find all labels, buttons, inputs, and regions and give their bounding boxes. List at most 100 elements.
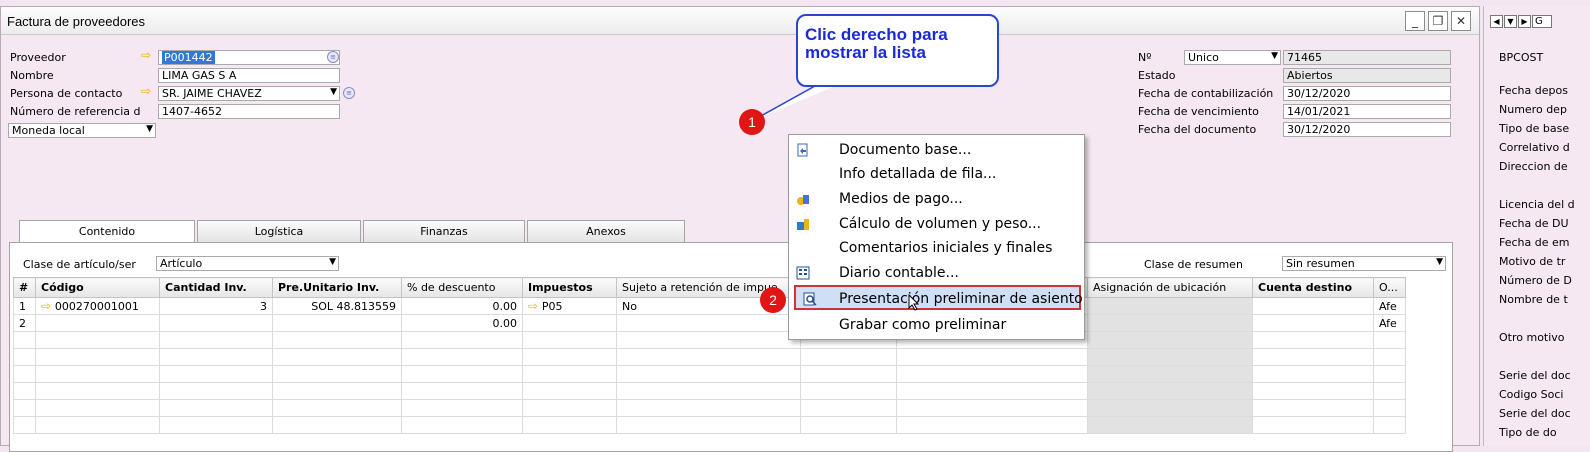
cell-cantidad[interactable]: 3 xyxy=(159,297,273,315)
menu-item-diario-contable[interactable]: Diario contable... xyxy=(789,261,1084,286)
link-arrow-icon[interactable]: ⇨ xyxy=(141,84,151,98)
cell-cuenta[interactable] xyxy=(1252,314,1374,332)
col-header-cuenta[interactable]: Cuenta destino xyxy=(1252,277,1374,298)
items-grid[interactable]: # Código Cantidad Inv. Pre.Unitario Inv.… xyxy=(13,277,1406,434)
step-badge-1: 1 xyxy=(739,109,765,135)
menu-item-label: Info detallada de fila... xyxy=(839,166,997,182)
serie-dropdown[interactable]: Unico ▼ xyxy=(1184,50,1281,65)
col-header-o[interactable]: O... xyxy=(1373,277,1406,298)
serie-value: Unico xyxy=(1188,51,1219,64)
estado-field[interactable]: Abiertos xyxy=(1283,68,1451,83)
proveedor-label: Proveedor xyxy=(10,51,66,64)
chevron-down-icon: ▼ xyxy=(1271,51,1278,61)
link-arrow-icon[interactable]: ⇨ xyxy=(528,299,542,313)
minimize-button[interactable]: _ xyxy=(1405,11,1425,31)
window-title: Factura de proveedores xyxy=(7,14,146,29)
menu-item-medios-pago[interactable]: Medios de pago... xyxy=(789,187,1084,212)
cell-codigo-value: 000270001001 xyxy=(54,300,139,313)
clase-articulo-dropdown[interactable]: Artículo ▼ xyxy=(156,256,339,271)
rp-label: BPCOST xyxy=(1499,51,1544,64)
clase-resumen-dropdown[interactable]: Sin resumen ▼ xyxy=(1282,256,1446,271)
menu-item-presentacion-preliminar[interactable]: Presentación preliminar de asiento xyxy=(794,285,1083,310)
clase-articulo-value: Artículo xyxy=(160,257,203,270)
table-row[interactable] xyxy=(13,382,1406,400)
callout-box: Clic derecho para mostrar la lista xyxy=(796,14,999,87)
cell-precio[interactable] xyxy=(272,314,402,332)
nav-first-icon[interactable]: ◀ xyxy=(1490,15,1503,28)
rp-label: Motivo de tr xyxy=(1499,255,1566,268)
cell-impuestos[interactable]: ⇨ P05 xyxy=(522,297,617,315)
cell-precio[interactable]: SOL 48.813559 xyxy=(272,297,402,315)
cell-o[interactable]: Afe xyxy=(1373,297,1406,315)
cell-retencion[interactable] xyxy=(616,314,801,332)
documento-field[interactable]: 30/12/2020 xyxy=(1283,122,1451,137)
callout-line-2: mostrar la lista xyxy=(805,43,926,62)
col-header-ubicacion[interactable]: Asignación de ubicación xyxy=(1087,277,1253,298)
context-menu: Documento base... Info detallada de fila… xyxy=(788,134,1085,340)
cell-descuento[interactable]: 0.00 xyxy=(401,314,523,332)
cell-cantidad[interactable] xyxy=(159,314,273,332)
menu-item-label: Presentación preliminar de asiento xyxy=(839,291,1083,307)
col-header-precio[interactable]: Pre.Unitario Inv. xyxy=(272,277,402,298)
table-row[interactable] xyxy=(13,365,1406,383)
volume-weight-icon xyxy=(795,217,811,233)
menu-item-calculo-volumen[interactable]: Cálculo de volumen y peso... xyxy=(789,212,1084,237)
tab-anexos[interactable]: Anexos xyxy=(527,220,685,242)
maximize-button[interactable]: ❐ xyxy=(1428,11,1448,31)
cell-cuenta[interactable] xyxy=(1252,297,1374,315)
cell-ubicacion[interactable] xyxy=(1087,314,1253,332)
menu-item-grabar-preliminar[interactable]: Grabar como preliminar xyxy=(789,313,1084,338)
menu-item-documento-base[interactable]: Documento base... xyxy=(789,138,1084,163)
col-header-num[interactable]: # xyxy=(13,277,36,298)
col-header-cantidad[interactable]: Cantidad Inv. xyxy=(159,277,273,298)
cell-codigo[interactable]: ⇨ 000270001001 xyxy=(35,297,160,315)
cell-impuestos[interactable] xyxy=(522,314,617,332)
menu-item-label: Cálculo de volumen y peso... xyxy=(839,216,1042,232)
panel-dropdown-value[interactable]: G xyxy=(1532,15,1552,28)
estado-label: Estado xyxy=(1138,69,1176,82)
rp-label: Fecha de em xyxy=(1499,236,1570,249)
contacto-dropdown[interactable]: SR. JAIME CHAVEZ ▼ xyxy=(158,86,340,101)
cell-num: 2 xyxy=(13,314,36,332)
vencimiento-field[interactable]: 14/01/2021 xyxy=(1283,104,1451,119)
menu-item-info-detallada[interactable]: Info detallada de fila... xyxy=(789,162,1084,187)
payment-icon xyxy=(795,192,811,208)
list-icon[interactable]: ≡ xyxy=(327,51,339,63)
cell-descuento[interactable]: 0.00 xyxy=(401,297,523,315)
tab-contenido[interactable]: Contenido xyxy=(19,220,195,243)
table-row[interactable] xyxy=(13,399,1406,417)
proveedor-field[interactable]: P001442 xyxy=(158,50,340,65)
nombre-field[interactable]: LIMA GAS S A xyxy=(158,68,340,83)
cell-ubicacion[interactable] xyxy=(1087,297,1253,315)
table-row[interactable]: 1 ⇨ 000270001001 3 SOL 48.813559 0.00 ⇨ … xyxy=(13,297,1406,315)
col-header-impuestos[interactable]: Impuestos xyxy=(522,277,617,298)
contabilizacion-field[interactable]: 30/12/2020 xyxy=(1283,86,1451,101)
table-row[interactable] xyxy=(13,416,1406,434)
window-controls: _ ❐ ✕ xyxy=(1405,11,1471,31)
referencia-field[interactable]: 1407-4652 xyxy=(158,104,340,119)
link-arrow-icon[interactable]: ⇨ xyxy=(141,48,151,62)
list-icon[interactable]: ≡ xyxy=(343,87,355,99)
table-row[interactable] xyxy=(13,348,1406,366)
panel-nav: ◀ ▼ ▶ G xyxy=(1490,15,1552,28)
rp-label: Número de D xyxy=(1499,274,1572,287)
cell-codigo[interactable] xyxy=(35,314,160,332)
menu-item-comentarios[interactable]: Comentarios iniciales y finales xyxy=(789,236,1084,261)
numero-field[interactable]: 71465 xyxy=(1283,50,1451,65)
tab-logistica[interactable]: Logística xyxy=(197,220,361,242)
col-header-codigo[interactable]: Código xyxy=(35,277,160,298)
link-arrow-icon[interactable]: ⇨ xyxy=(41,299,55,313)
nav-dropdown-icon[interactable]: ▼ xyxy=(1504,15,1517,28)
chevron-down-icon: ▼ xyxy=(330,87,337,97)
tab-finanzas[interactable]: Finanzas xyxy=(363,220,525,242)
chevron-down-icon: ▼ xyxy=(329,257,336,267)
document-base-icon xyxy=(795,143,811,159)
close-button[interactable]: ✕ xyxy=(1451,11,1471,31)
col-header-descuento[interactable]: % de descuento xyxy=(401,277,523,298)
nav-next-icon[interactable]: ▶ xyxy=(1518,15,1531,28)
moneda-dropdown[interactable]: Moneda local ▼ xyxy=(8,123,156,138)
mouse-cursor-icon xyxy=(908,294,920,311)
table-row[interactable] xyxy=(13,331,1406,349)
cell-o[interactable]: Afe xyxy=(1373,314,1406,332)
table-row[interactable]: 2 0.00 Afe xyxy=(13,314,1406,332)
